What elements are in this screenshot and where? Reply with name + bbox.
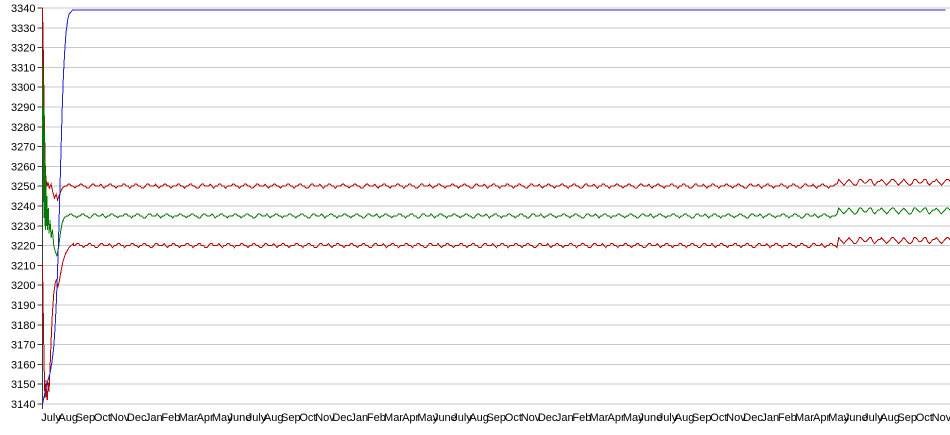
x-tick-label: Oct <box>916 412 933 424</box>
x-tick-label: Feb <box>778 412 797 424</box>
y-tick-label: 3200 <box>11 280 35 292</box>
y-tick-label: 3150 <box>11 379 35 391</box>
x-tick-label: Jan <box>761 412 779 424</box>
y-tick-label: 3310 <box>11 62 35 74</box>
x-tick-label: Nov <box>932 412 950 424</box>
y-tick-label: 3140 <box>11 399 35 411</box>
series-line-red-upper <box>42 7 950 202</box>
y-tick-label: 3270 <box>11 142 35 154</box>
x-tick-label: Oct <box>505 412 522 424</box>
y-tick-label: 3280 <box>11 122 35 134</box>
x-tick-label: Jan <box>145 412 163 424</box>
y-tick-label: 3300 <box>11 82 35 94</box>
x-tick-label: Jan <box>350 412 368 424</box>
y-tick-label: 3250 <box>11 181 35 193</box>
x-tick-label: Mar <box>179 412 198 424</box>
x-tick-label: Sep <box>486 412 506 424</box>
x-tick-label: Sep <box>897 412 917 424</box>
y-tick-label: 3330 <box>11 23 35 35</box>
x-tick-label: Feb <box>161 412 180 424</box>
series-line-green-middle <box>42 63 950 258</box>
x-axis-labels: JulyAugSepOctNovDecJanFebMar AprMayJuneJu… <box>41 412 950 424</box>
x-tick-label: Mar <box>384 412 403 424</box>
y-tick-label: 3180 <box>11 320 35 332</box>
y-tick-label: 3170 <box>11 340 35 352</box>
chart-area: 3340 3330 3320 3310 3300 3290 3280 3270 3260 3250… <box>0 0 950 435</box>
y-axis-ticks: 3340 3330 3320 3310 3300 3290 3280 3270 3260 3250… <box>11 3 43 411</box>
x-tick-label: Mar <box>590 412 609 424</box>
series-line-red-lower <box>42 236 950 401</box>
x-tick-label: Oct <box>710 412 727 424</box>
x-tick-label: Jan <box>556 412 574 424</box>
x-tick-label: Oct <box>299 412 316 424</box>
y-tick-label: 3260 <box>11 161 35 173</box>
y-tick-label: 3220 <box>11 241 35 253</box>
x-tick-label: Oct <box>94 412 111 424</box>
y-tick-label: 3190 <box>11 300 35 312</box>
y-tick-label: 3340 <box>11 3 35 15</box>
y-tick-label: 3320 <box>11 43 35 55</box>
y-tick-label: 3230 <box>11 221 35 233</box>
y-tick-label: 3210 <box>11 260 35 272</box>
gridlines <box>42 7 950 405</box>
x-tick-label: Mar <box>795 412 814 424</box>
y-tick-label: 3290 <box>11 102 35 114</box>
chart-canvas: 3340 3330 3320 3310 3300 3290 3280 3270 3260 3250… <box>11 3 950 424</box>
x-tick-label: Feb <box>572 412 591 424</box>
x-tick-label: Sep <box>76 412 96 424</box>
y-tick-label: 3160 <box>11 359 35 371</box>
x-tick-label: Feb <box>367 412 386 424</box>
y-tick-label: 3240 <box>11 201 35 213</box>
x-tick-label: Sep <box>281 412 301 424</box>
x-tick-label: Sep <box>692 412 712 424</box>
